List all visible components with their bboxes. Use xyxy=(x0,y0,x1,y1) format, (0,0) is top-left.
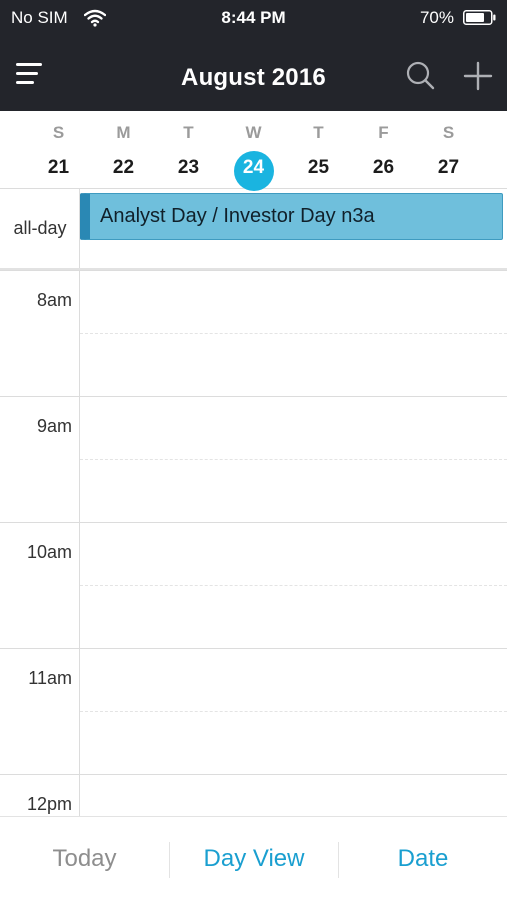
search-icon[interactable] xyxy=(404,60,438,92)
week-strip: S 21 M 22 T 23 W 24 T 25 F 26 S 27 xyxy=(0,111,507,191)
half-hour-divider xyxy=(80,459,507,460)
day-number: 25 xyxy=(307,157,330,178)
day-number: 27 xyxy=(437,157,460,178)
day-wed[interactable]: W 24 xyxy=(221,111,286,191)
day-sun[interactable]: S 21 xyxy=(26,111,91,188)
all-day-label: all-day xyxy=(13,218,67,238)
hour-slot-12pm[interactable]: 12pm xyxy=(0,774,507,816)
hour-label: 12pm xyxy=(26,794,72,814)
battery-percent: 70% xyxy=(419,8,454,27)
half-hour-divider xyxy=(80,711,507,712)
day-number: 22 xyxy=(112,157,135,178)
day-mon[interactable]: M 22 xyxy=(91,111,156,188)
hour-slot-10am[interactable]: 10am xyxy=(0,522,507,648)
day-of-week-label: M xyxy=(116,123,131,142)
hour-divider xyxy=(0,522,507,523)
half-hour-divider xyxy=(80,333,507,334)
day-of-week-label: T xyxy=(313,123,324,142)
bottom-toolbar: Today Day View Date xyxy=(0,816,507,901)
day-of-week-label: S xyxy=(442,123,455,142)
day-of-week-label: W xyxy=(245,123,262,142)
all-day-event[interactable]: Analyst Day / Investor Day n3a xyxy=(80,193,503,240)
day-sat[interactable]: S 27 xyxy=(416,111,481,188)
hour-label: 10am xyxy=(26,542,72,562)
hour-divider xyxy=(0,396,507,397)
half-hour-divider xyxy=(80,585,507,586)
hour-divider xyxy=(0,648,507,649)
today-button[interactable]: Today xyxy=(0,817,169,901)
hour-divider xyxy=(0,774,507,775)
plus-icon[interactable] xyxy=(461,60,495,92)
status-bar: No SIM 8:44 PM 70% xyxy=(0,0,507,36)
hour-label: 8am xyxy=(36,290,72,310)
day-number: 21 xyxy=(47,157,70,178)
day-thu[interactable]: T 25 xyxy=(286,111,351,188)
day-of-week-label: F xyxy=(378,123,389,142)
day-tue[interactable]: T 23 xyxy=(156,111,221,188)
hour-slot-9am[interactable]: 9am xyxy=(0,396,507,522)
battery-icon xyxy=(463,10,496,25)
top-bar: No SIM 8:44 PM 70% August 2016 xyxy=(0,0,507,111)
date-button[interactable]: Date xyxy=(339,817,507,901)
day-number: 23 xyxy=(177,157,200,178)
day-view-button[interactable]: Day View xyxy=(170,817,338,901)
hour-divider xyxy=(0,270,507,271)
day-of-week-label: S xyxy=(52,123,65,142)
day-timeline[interactable]: 8am 9am 10am 11am 12pm xyxy=(0,270,507,816)
day-of-week-label: T xyxy=(183,123,194,142)
day-number: 26 xyxy=(372,157,395,178)
hour-label: 11am xyxy=(28,668,72,688)
all-day-row: all-day Analyst Day / Investor Day n3a xyxy=(0,188,507,270)
day-fri[interactable]: F 26 xyxy=(351,111,416,188)
hour-label: 9am xyxy=(36,416,72,436)
selected-day-number: 24 xyxy=(233,151,274,191)
hour-slot-11am[interactable]: 11am xyxy=(0,648,507,774)
hour-slot-8am[interactable]: 8am xyxy=(0,270,507,396)
